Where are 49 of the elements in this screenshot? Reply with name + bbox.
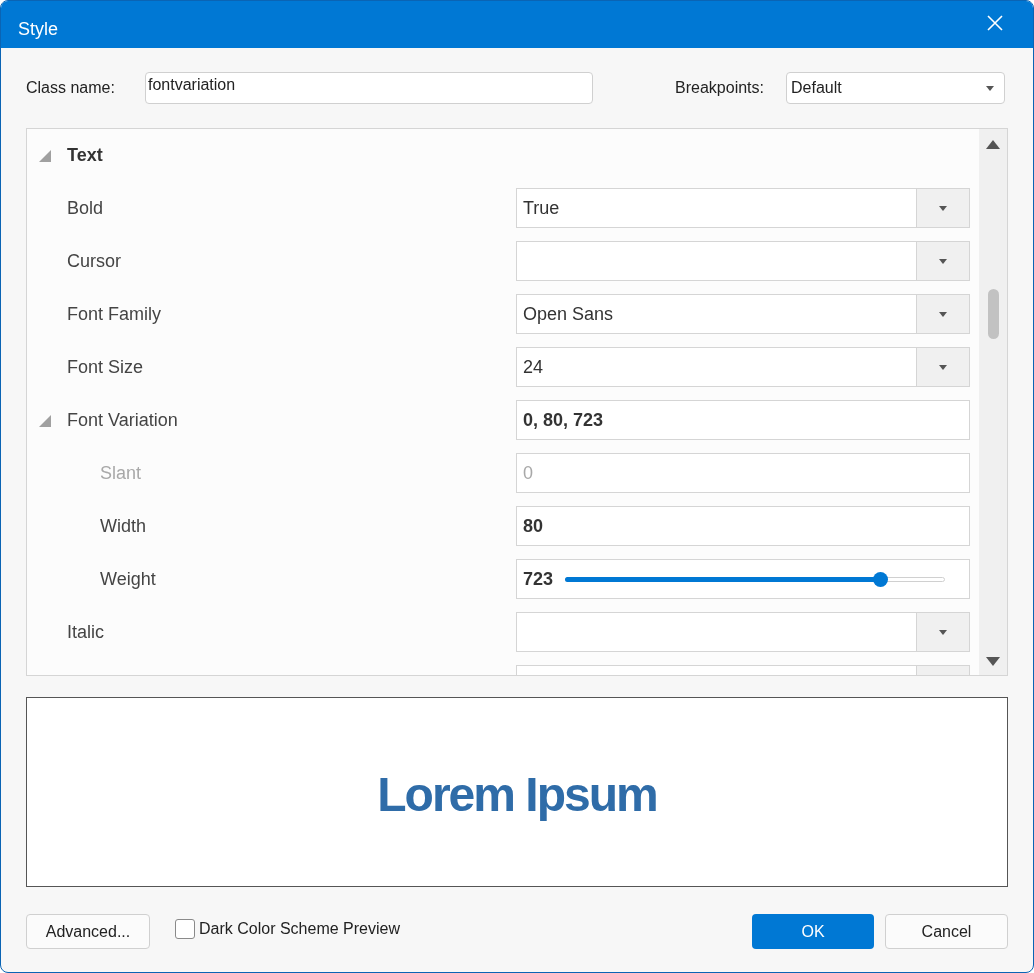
breakpoints-dropdown[interactable]: Default — [786, 72, 1005, 104]
caret-icon — [939, 205, 947, 211]
dropdown-button[interactable] — [916, 295, 969, 333]
caret-icon — [939, 311, 947, 317]
caret-icon — [986, 85, 994, 91]
property-label: Bold — [67, 197, 104, 220]
breakpoints-label: Breakpoints: — [675, 78, 764, 98]
value-field[interactable]: 723 — [523, 565, 554, 593]
dropdown-button[interactable] — [916, 613, 969, 651]
checkbox-label: Dark Color Scheme Preview — [199, 919, 400, 939]
caret-icon — [939, 629, 947, 635]
dropdown-button[interactable] — [916, 348, 969, 386]
property-label: Font Family — [67, 303, 162, 326]
value-dropdown[interactable] — [516, 241, 970, 281]
expanded-triangle-icon[interactable] — [39, 149, 51, 162]
slider-track[interactable] — [565, 571, 946, 587]
checkbox[interactable] — [175, 919, 195, 939]
slider-thumb[interactable] — [873, 571, 889, 587]
property-label: Width — [100, 515, 146, 538]
property-label: Cursor — [67, 250, 121, 273]
advanced-button[interactable]: Advanced... — [26, 914, 150, 949]
expanded-triangle-icon[interactable] — [39, 414, 51, 427]
dropdown-button[interactable] — [916, 242, 969, 280]
scroll-down-icon[interactable] — [986, 657, 1000, 666]
close-icon[interactable] — [987, 14, 1003, 31]
value-field[interactable]: 0, 80, 723 — [516, 400, 970, 440]
value-dropdown[interactable]: True — [516, 188, 970, 228]
property-label: Font Variation — [67, 409, 178, 432]
scrollbar-thumb[interactable] — [988, 289, 999, 339]
scroll-up-icon[interactable] — [986, 140, 1000, 149]
ok-button[interactable]: OK — [752, 914, 874, 949]
class-name-label: Class name: — [26, 78, 116, 98]
caret-icon — [939, 364, 947, 370]
class-name-field[interactable]: fontvariation — [145, 72, 593, 104]
scrollbar[interactable] — [979, 129, 1007, 675]
cancel-button[interactable]: Cancel — [885, 914, 1008, 949]
category-label: Text — [67, 144, 103, 167]
caret-icon — [939, 258, 947, 264]
window-title: Style — [18, 18, 59, 41]
property-label: Weight — [100, 568, 156, 591]
value-field[interactable]: 80 — [516, 506, 970, 546]
value-dropdown[interactable]: Open Sans — [516, 294, 970, 334]
property-label: Italic — [67, 621, 104, 644]
preview-text: Lorem Ipsum — [377, 766, 657, 823]
value-dropdown[interactable]: 24 — [516, 347, 970, 387]
dropdown-button[interactable] — [916, 189, 969, 227]
property-label: Font Size — [67, 356, 144, 379]
property-label: Slant — [100, 462, 142, 485]
value-dropdown[interactable] — [516, 612, 970, 652]
